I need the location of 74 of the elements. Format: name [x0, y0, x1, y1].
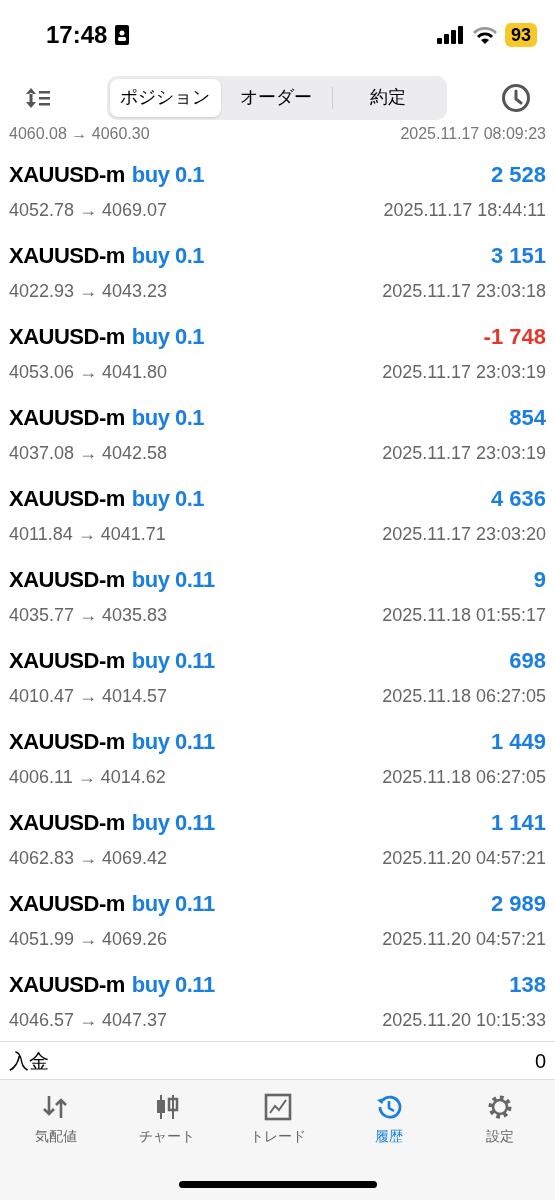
symbol: XAUUSD-m	[9, 241, 125, 270]
tab-bar-item[interactable]: 気配値	[5, 1092, 106, 1147]
price-range: 4022.93 → 4043.23	[9, 279, 168, 303]
symbol: XAUUSD-m	[9, 970, 125, 999]
tab-bar-item[interactable]: 履歴	[338, 1092, 439, 1147]
price-range: 4037.08 → 4042.58	[9, 441, 168, 465]
status-time: 17:48	[46, 20, 108, 50]
symbol: XAUUSD-m	[9, 889, 125, 918]
profit: -1 748	[483, 322, 546, 351]
tab-bar-item[interactable]: トレード	[227, 1092, 328, 1147]
price-range: 4062.83 → 4069.42	[9, 846, 168, 870]
price-range: 4060.08 → 4060.30	[9, 125, 150, 143]
price-range: 4035.77 → 4035.83	[9, 603, 168, 627]
profit: 3 151	[490, 241, 546, 270]
wifi-icon	[472, 26, 497, 44]
price-range: 4006.11 → 4014.62	[9, 765, 166, 789]
profit: 4 636	[490, 484, 546, 513]
trade-side: buy 0.11	[131, 565, 215, 594]
profit: 9	[533, 565, 546, 594]
tab-bar-item[interactable]: 設定	[449, 1092, 550, 1147]
segment-tab[interactable]: オーダー	[220, 78, 332, 117]
profit: 1 141	[490, 808, 546, 837]
line-chart-icon	[262, 1092, 293, 1122]
trade-side: buy 0.11	[131, 727, 215, 756]
deposit-value: 0	[534, 1048, 546, 1074]
segment-tab[interactable]: 約定	[332, 78, 444, 117]
deal-time: 2025.11.17 23:03:18	[382, 279, 546, 303]
trade-side: buy 0.11	[131, 646, 215, 675]
deal-time: 2025.11.20 04:57:21	[382, 927, 546, 951]
deposit-label: 入金	[9, 1048, 49, 1074]
price-range: 4046.57 → 4047.37	[9, 1008, 168, 1032]
deal-time: 2025.11.17 08:09:23	[400, 125, 546, 143]
tab-bar-item[interactable]: チャート	[116, 1092, 217, 1147]
trade-side: buy 0.11	[131, 889, 215, 918]
id-card-icon	[115, 25, 130, 45]
symbol: XAUUSD-m	[9, 727, 125, 756]
price-range: 4011.84 → 4041.71	[9, 522, 166, 546]
symbol: XAUUSD-m	[9, 646, 125, 675]
trade-side: buy 0.1	[131, 241, 205, 270]
deal-time: 2025.11.17 23:03:20	[382, 522, 546, 546]
deal-time: 2025.11.18 06:27:05	[382, 765, 546, 789]
symbol: XAUUSD-m	[9, 160, 125, 189]
trade-side: buy 0.11	[131, 970, 215, 999]
battery-level: 93	[504, 23, 537, 47]
deal-time: 2025.11.20 04:57:21	[382, 846, 546, 870]
deal-time: 2025.11.20 10:15:33	[382, 1008, 546, 1032]
deal-time: 2025.11.17 18:44:11	[383, 198, 546, 222]
deal-time: 2025.11.17 23:03:19	[382, 360, 546, 384]
price-range: 4051.99 → 4069.26	[9, 927, 168, 951]
deal-time: 2025.11.18 01:55:17	[382, 603, 546, 627]
profit: 1 449	[490, 727, 546, 756]
trade-side: buy 0.1	[131, 160, 205, 189]
clock-icon[interactable]	[501, 82, 531, 113]
symbol: XAUUSD-m	[9, 484, 125, 513]
signal-icon	[436, 26, 465, 44]
trade-side: buy 0.1	[131, 484, 205, 513]
profit: 698	[509, 646, 546, 675]
profit: 138	[509, 970, 546, 999]
profit: 854	[509, 403, 546, 432]
price-range: 4053.06 → 4041.80	[9, 360, 168, 384]
profit: 2 989	[490, 889, 546, 918]
symbol: XAUUSD-m	[9, 808, 125, 837]
deal-time: 2025.11.17 23:03:19	[382, 441, 546, 465]
trade-side: buy 0.1	[131, 403, 205, 432]
symbol: XAUUSD-m	[9, 403, 125, 432]
symbol: XAUUSD-m	[9, 565, 125, 594]
profit: 2 528	[490, 160, 546, 189]
trade-side: buy 0.11	[131, 808, 215, 837]
segment-tab[interactable]: ポジション	[109, 78, 221, 117]
price-range: 4010.47 → 4014.57	[9, 684, 168, 708]
trade-side: buy 0.1	[131, 322, 205, 351]
symbol: XAUUSD-m	[9, 322, 125, 351]
deal-time: 2025.11.18 06:27:05	[382, 684, 546, 708]
price-range: 4052.78 → 4069.07	[9, 198, 168, 222]
